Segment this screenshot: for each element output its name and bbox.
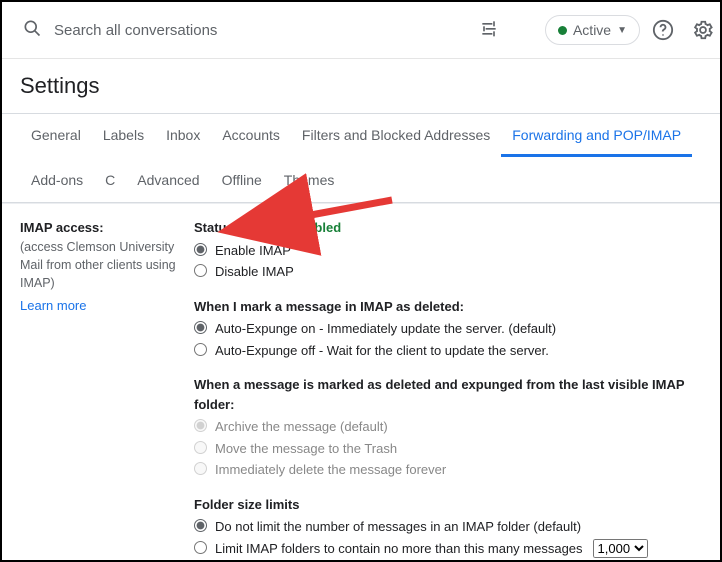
imap-expunge-label: Move the message to the Trash [215,439,397,459]
imap-enable-label: Disable IMAP [215,262,294,282]
search-options-icon[interactable] [479,18,499,43]
tab-forwarding-and-pop-imap[interactable]: Forwarding and POP/IMAP [501,114,692,157]
tab-offline[interactable]: Offline [211,159,273,202]
learn-more-link[interactable]: Learn more [20,296,86,316]
imap-expunge-option: Immediately delete the message forever [194,459,702,481]
window-frame: { "topbar": { "search_placeholder": "Sea… [0,0,722,562]
tab-accounts[interactable]: Accounts [211,114,291,157]
imap-enable-options: Enable IMAPDisable IMAP [194,240,702,283]
tab-themes[interactable]: Themes [273,159,346,202]
tab-add-ons[interactable]: Add-ons [20,159,94,202]
tab-general[interactable]: General [20,114,92,157]
imap-delete-label: Auto-Expunge on - Immediately update the… [215,319,556,339]
imap-enable-option[interactable]: Disable IMAP [194,261,702,283]
status-label: Status: [194,220,238,235]
imap-enable-radio[interactable] [194,264,207,277]
imap-expunge-radio [194,441,207,454]
search-input[interactable] [52,21,479,40]
imap-expunge-option: Move the message to the Trash [194,438,702,460]
imap-folder-radio[interactable] [194,519,207,532]
imap-delete-label: Auto-Expunge off - Wait for the client t… [215,341,549,361]
imap-folder-options: Do not limit the number of messages in a… [194,516,702,559]
imap-expunge-radio [194,419,207,432]
imap-delete-radio[interactable] [194,321,207,334]
status-label: Active [573,22,611,38]
imap-expunge-label: Archive the message (default) [215,417,388,437]
tab-labels[interactable]: Labels [92,114,155,157]
settings-button[interactable] [686,13,720,47]
status-active-pill[interactable]: Active ▼ [545,15,640,45]
imap-expunge-options: Archive the message (default)Move the me… [194,416,702,481]
imap-folder-option[interactable]: Limit IMAP folders to contain no more th… [194,538,702,560]
imap-folder-option[interactable]: Do not limit the number of messages in a… [194,516,702,538]
imap-status-line: Status: IMAP is enabled [194,218,702,238]
expunge-heading: When a message is marked as deleted and … [194,375,702,414]
settings-tabs: GeneralLabelsInboxAccountsFilters and Bl… [2,113,720,203]
imap-delete-radio[interactable] [194,343,207,356]
search-box[interactable] [12,10,509,50]
folder-limit-select[interactable]: 1,000 [593,539,648,558]
imap-folder-label: Do not limit the number of messages in a… [215,517,581,537]
imap-expunge-option: Archive the message (default) [194,416,702,438]
search-icon [22,18,42,43]
imap-settings-panel: Status: IMAP is enabled Enable IMAPDisab… [194,218,702,562]
tab-filters-and-blocked-addresses[interactable]: Filters and Blocked Addresses [291,114,501,157]
delete-heading: When I mark a message in IMAP as deleted… [194,297,702,317]
imap-delete-option[interactable]: Auto-Expunge off - Wait for the client t… [194,340,702,362]
status-value: IMAP is enabled [242,220,341,235]
topbar: Active ▼ [2,2,720,59]
chevron-down-icon: ▼ [617,25,627,36]
imap-access-title: IMAP access: [20,218,180,238]
imap-enable-option[interactable]: Enable IMAP [194,240,702,262]
imap-expunge-radio [194,462,207,475]
tab-inbox[interactable]: Inbox [155,114,211,157]
imap-access-description: (access Clemson University Mail from oth… [20,238,180,292]
imap-delete-options: Auto-Expunge on - Immediately update the… [194,318,702,361]
help-button[interactable] [646,13,680,47]
imap-delete-option[interactable]: Auto-Expunge on - Immediately update the… [194,318,702,340]
tab-c[interactable]: C [94,159,126,202]
imap-side-info: IMAP access: (access Clemson University … [20,218,194,562]
page-title: Settings [2,59,720,113]
status-dot-icon [558,26,567,35]
imap-enable-label: Enable IMAP [215,241,291,261]
imap-folder-label: Limit IMAP folders to contain no more th… [215,539,583,559]
tab-advanced[interactable]: Advanced [126,159,210,202]
imap-expunge-label: Immediately delete the message forever [215,460,446,480]
folder-heading: Folder size limits [194,495,702,515]
settings-content: IMAP access: (access Clemson University … [2,203,720,562]
imap-folder-radio[interactable] [194,541,207,554]
imap-enable-radio[interactable] [194,243,207,256]
